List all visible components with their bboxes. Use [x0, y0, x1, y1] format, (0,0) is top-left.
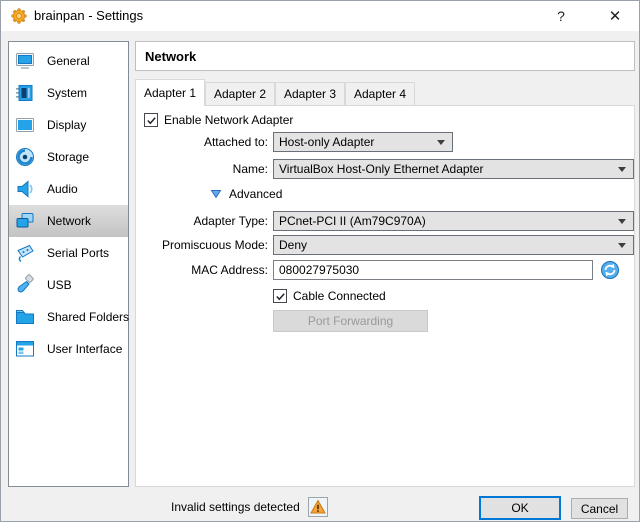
sidebar-item-label: USB — [47, 278, 72, 292]
name-value: VirtualBox Host-Only Ethernet Adapter — [279, 162, 484, 176]
system-icon — [16, 85, 33, 101]
user-interface-icon — [16, 341, 34, 357]
chevron-down-icon — [618, 166, 626, 172]
attached-to-dropdown[interactable]: Host-only Adapter — [273, 132, 453, 152]
sidebar-item-audio[interactable]: Audio — [9, 173, 128, 205]
adapter-tabs: Adapter 1 Adapter 2 Adapter 3 Adapter 4 — [135, 79, 415, 106]
enable-network-adapter-label: Enable Network Adapter — [164, 113, 294, 127]
serial-ports-icon — [17, 244, 34, 263]
chevron-down-icon — [618, 242, 626, 248]
audio-icon — [17, 180, 33, 198]
sidebar-item-storage[interactable]: Storage — [9, 141, 128, 173]
refresh-icon — [601, 261, 619, 279]
checkmark-icon — [275, 292, 285, 300]
help-button[interactable]: ? — [541, 1, 581, 31]
ok-button[interactable]: OK — [479, 496, 561, 520]
adapter-type-label: Adapter Type: — [193, 214, 269, 228]
cable-connected-row: Cable Connected — [273, 289, 386, 303]
close-button[interactable]: ✕ — [595, 1, 635, 31]
promiscuous-mode-dropdown[interactable]: Deny — [273, 235, 634, 255]
attached-to-value: Host-only Adapter — [279, 135, 375, 149]
cable-connected-checkbox[interactable] — [273, 289, 287, 303]
sidebar-item-label: Display — [47, 118, 87, 132]
cable-connected-label: Cable Connected — [293, 289, 386, 303]
mac-address-input[interactable] — [273, 260, 593, 280]
sidebar-item-usb[interactable]: USB — [9, 269, 128, 301]
sidebar-item-serial-ports[interactable]: Serial Ports — [9, 237, 128, 269]
checkmark-icon — [146, 116, 156, 124]
adapter-1-panel: Enable Network Adapter Attached to: Host… — [135, 105, 635, 487]
adapter-type-value: PCnet-PCI II (Am79C970A) — [279, 214, 426, 228]
sidebar-item-label: System — [47, 86, 88, 100]
port-forwarding-button[interactable]: Port Forwarding — [273, 310, 428, 332]
expander-triangle-icon — [210, 190, 222, 199]
title-bar: brainpan - Settings ? ✕ — [1, 1, 639, 31]
tab-adapter-4[interactable]: Adapter 4 — [345, 82, 415, 105]
chevron-down-icon — [437, 139, 445, 145]
network-icon — [16, 213, 34, 228]
cancel-button[interactable]: Cancel — [571, 498, 628, 519]
sidebar-item-general[interactable]: General — [9, 45, 128, 77]
settings-sidebar: General System Display Storage Audio Net… — [8, 41, 129, 487]
tab-adapter-3[interactable]: Adapter 3 — [275, 82, 345, 105]
sidebar-item-label: Serial Ports — [47, 246, 110, 260]
status-text: Invalid settings detected — [171, 500, 300, 514]
general-icon — [16, 53, 34, 69]
shared-folders-icon — [16, 310, 34, 324]
sidebar-item-label: Audio — [47, 182, 78, 196]
attached-to-label: Attached to: — [203, 135, 268, 149]
sidebar-item-display[interactable]: Display — [9, 109, 128, 141]
generate-mac-button[interactable] — [600, 260, 620, 280]
advanced-label: Advanced — [229, 187, 283, 201]
sidebar-item-shared-folders[interactable]: Shared Folders — [9, 301, 130, 333]
name-label: Name: — [232, 162, 268, 176]
sidebar-item-label: General — [47, 54, 90, 68]
advanced-expander[interactable]: Advanced — [210, 187, 282, 201]
storage-icon — [16, 148, 34, 166]
promiscuous-mode-label: Promiscuous Mode: — [161, 238, 268, 252]
settings-window: brainpan - Settings ? ✕ General System D… — [0, 0, 640, 522]
page-heading-box: Network — [135, 41, 635, 71]
sidebar-item-network[interactable]: Network — [9, 205, 128, 237]
enable-network-adapter-row: Enable Network Adapter — [144, 113, 293, 127]
usb-icon — [17, 274, 34, 293]
tab-adapter-2[interactable]: Adapter 2 — [205, 82, 275, 105]
sidebar-item-label: Storage — [47, 150, 90, 164]
sidebar-item-system[interactable]: System — [9, 77, 128, 109]
sidebar-item-label: Shared Folders — [47, 310, 130, 324]
mac-address-label: MAC Address: — [191, 263, 268, 277]
tab-adapter-1[interactable]: Adapter 1 — [135, 79, 205, 106]
adapter-type-dropdown[interactable]: PCnet-PCI II (Am79C970A) — [273, 211, 634, 231]
virtualbox-settings-gear-icon — [11, 8, 27, 24]
display-icon — [16, 118, 34, 132]
sidebar-item-label: Network — [47, 214, 92, 228]
name-dropdown[interactable]: VirtualBox Host-Only Ethernet Adapter — [273, 159, 634, 179]
sidebar-item-label: User Interface — [47, 342, 123, 356]
window-title: brainpan - Settings — [34, 8, 144, 23]
promiscuous-mode-value: Deny — [279, 238, 308, 252]
enable-network-adapter-checkbox[interactable] — [144, 113, 158, 127]
page-title: Network — [145, 48, 197, 64]
warning-icon — [307, 497, 328, 517]
status-message: Invalid settings detected — [171, 495, 328, 519]
sidebar-item-user-interface[interactable]: User Interface — [9, 333, 128, 365]
chevron-down-icon — [618, 218, 626, 224]
